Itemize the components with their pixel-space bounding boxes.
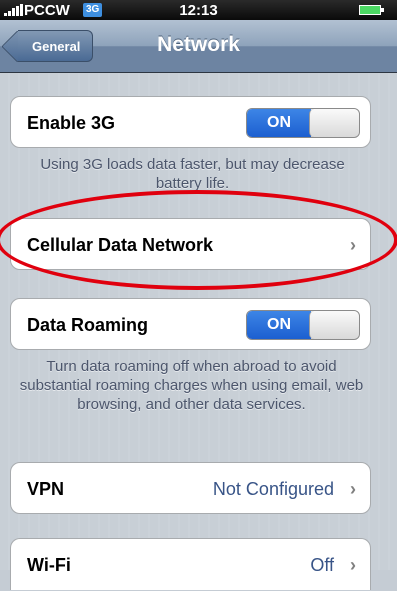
- cellular-data-network-cell[interactable]: Cellular Data Network ›: [10, 218, 371, 270]
- data-roaming-note: Turn data roaming off when abroad to avo…: [19, 358, 364, 413]
- wifi-label: Wi-Fi: [27, 555, 71, 575]
- toggle-on-text: ON: [247, 109, 311, 137]
- back-button-general[interactable]: General: [18, 30, 94, 62]
- data-roaming-toggle[interactable]: ON: [246, 310, 360, 340]
- enable-3g-label: Enable 3G: [27, 113, 116, 133]
- data-roaming-label: Data Roaming: [27, 315, 149, 335]
- wifi-status-value: Off: [310, 555, 334, 575]
- battery-icon: [359, 5, 381, 15]
- chevron-right-icon: ›: [350, 479, 356, 499]
- status-time: 12:13: [179, 2, 218, 19]
- toggle-knob: [309, 109, 359, 137]
- enable-3g-cell: Enable 3G ON: [10, 96, 371, 148]
- status-bar: PCCW 3G 12:13: [0, 0, 397, 20]
- chevron-right-icon: ›: [350, 555, 356, 575]
- back-button-label: General: [32, 39, 81, 54]
- wifi-cell[interactable]: Wi-Fi Off ›: [10, 538, 371, 590]
- vpn-label: VPN: [27, 479, 65, 499]
- vpn-cell[interactable]: VPN Not Configured ›: [10, 462, 371, 514]
- cellular-data-network-label: Cellular Data Network: [27, 235, 214, 255]
- enable-3g-toggle[interactable]: ON: [246, 108, 360, 138]
- battery-tip: [381, 8, 384, 12]
- data-roaming-cell: Data Roaming ON: [10, 298, 371, 350]
- toggle-on-text: ON: [247, 311, 311, 339]
- vpn-status-value: Not Configured: [212, 479, 334, 499]
- enable-3g-note: Using 3G loads data faster, but may decr…: [40, 156, 345, 192]
- chevron-right-icon: ›: [350, 235, 356, 255]
- navigation-bar: General Network: [0, 20, 397, 73]
- toggle-knob: [309, 311, 359, 339]
